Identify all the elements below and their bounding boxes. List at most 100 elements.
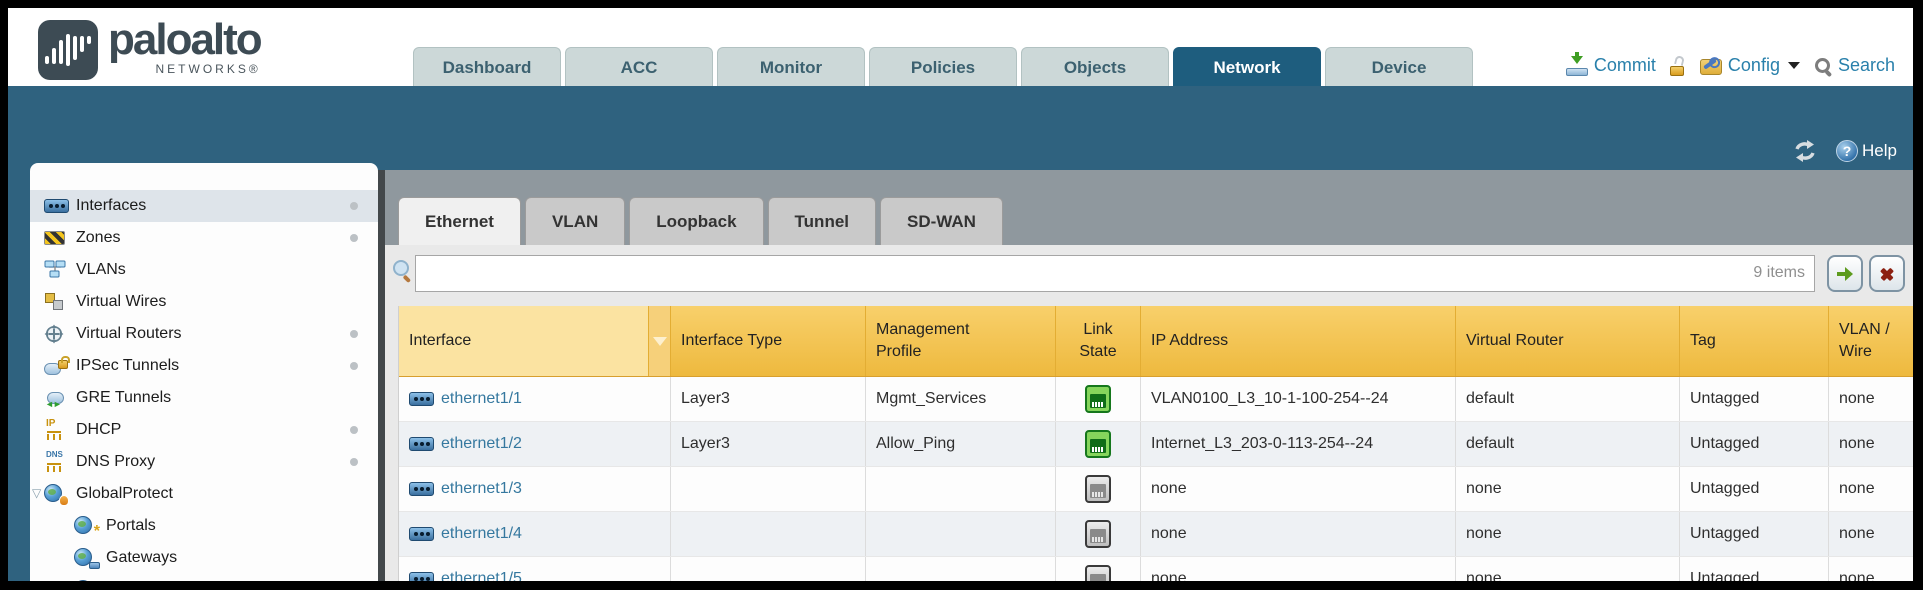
status-dot <box>350 234 358 242</box>
help-button[interactable]: ? Help <box>1836 140 1897 162</box>
search-button[interactable]: Search <box>1814 55 1895 76</box>
commit-icon <box>1566 56 1588 76</box>
top-tab-acc[interactable]: ACC <box>565 47 713 86</box>
cell-interface-type <box>671 467 866 511</box>
column-header-vlan-wire[interactable]: VLAN / Wire <box>1829 306 1913 376</box>
gre-tunnels-icon: ◄► <box>44 387 68 409</box>
tab-sd-wan[interactable]: SD-WAN <box>880 197 1003 245</box>
link-state-down-icon[interactable] <box>1085 520 1111 548</box>
sidebar-item-ipsec-tunnels[interactable]: IPSec Tunnels <box>30 350 378 382</box>
cell-link-state <box>1056 557 1141 581</box>
link-state-up-icon[interactable] <box>1085 385 1111 413</box>
ethernet-interface-icon <box>409 437 434 451</box>
status-dot <box>350 458 358 466</box>
config-button[interactable]: Config <box>1700 55 1800 76</box>
sidebar-item-vlans[interactable]: VLANs <box>30 254 378 286</box>
commit-button[interactable]: Commit <box>1566 55 1656 76</box>
top-tab-objects[interactable]: Objects <box>1021 47 1169 86</box>
cell-management-profile: Allow_Ping <box>866 422 1056 466</box>
sidebar-item-gateways[interactable]: Gateways <box>30 542 378 574</box>
sidebar-item-label: DNS Proxy <box>76 453 155 471</box>
chevron-down-icon <box>1788 62 1800 69</box>
cell-interface: ethernet1/3 <box>399 467 671 511</box>
interface-link[interactable]: ethernet1/5 <box>441 570 522 581</box>
cell-link-state <box>1056 422 1141 466</box>
link-state-up-icon[interactable] <box>1085 430 1111 458</box>
cell-interface-type: Layer3 <box>671 377 866 421</box>
top-tab-monitor[interactable]: Monitor <box>717 47 865 86</box>
interfaces-table: Interface Interface TypeManagement Profil… <box>398 306 1913 581</box>
top-tab-device[interactable]: Device <box>1325 47 1473 86</box>
top-actions: Commit Config Search <box>1566 55 1895 76</box>
sidebar-item-clipped[interactable] <box>30 574 378 581</box>
sidebar-item-zones[interactable]: Zones <box>30 222 378 254</box>
sort-triangle-icon <box>653 337 667 346</box>
interface-link[interactable]: ethernet1/4 <box>441 525 522 543</box>
sidebar-item-dns-proxy[interactable]: DNS DNS Proxy <box>30 446 378 478</box>
ethernet-interface-icon <box>409 527 434 541</box>
gateways-icon <box>74 547 98 569</box>
column-header-virtual-router[interactable]: Virtual Router <box>1456 306 1680 376</box>
cell-vlan-wire: none <box>1829 422 1913 466</box>
sidebar-item-interfaces[interactable]: Interfaces <box>30 190 378 222</box>
sidebar-item-virtual-wires[interactable]: Virtual Wires <box>30 286 378 318</box>
virtual-wires-icon <box>44 291 68 313</box>
column-header-interface[interactable]: Interface <box>399 306 649 376</box>
cell-ip-address: none <box>1141 557 1456 581</box>
panel-splitter[interactable] <box>378 170 385 581</box>
sidebar-item-label: GlobalProtect <box>76 485 173 503</box>
tab-loopback[interactable]: Loopback <box>629 197 763 245</box>
virtual-routers-icon <box>44 323 68 345</box>
link-state-down-icon[interactable] <box>1085 565 1111 581</box>
lock-icon[interactable] <box>1670 56 1686 76</box>
top-tab-network[interactable]: Network <box>1173 47 1321 86</box>
refresh-icon[interactable] <box>1792 140 1818 162</box>
vlans-icon <box>44 259 68 281</box>
top-tab-policies[interactable]: Policies <box>869 47 1017 86</box>
column-header-link-state[interactable]: Link State <box>1056 306 1141 376</box>
column-header-management-profile[interactable]: Management Profile <box>866 306 1056 376</box>
top-tab-dashboard[interactable]: Dashboard <box>413 47 561 86</box>
sidebar-item-virtual-routers[interactable]: Virtual Routers <box>30 318 378 350</box>
sidebar-item-label: Interfaces <box>76 197 146 215</box>
sidebar-item-label: VLANs <box>76 261 126 279</box>
app-window: paloalto NETWORKS® DashboardACCMonitorPo… <box>0 0 1923 590</box>
sidebar-item-portals[interactable]: *Portals <box>30 510 378 542</box>
interface-link[interactable]: ethernet1/3 <box>441 480 522 498</box>
brand: paloalto NETWORKS® <box>38 16 261 80</box>
left-margin <box>8 170 30 581</box>
interface-link[interactable]: ethernet1/1 <box>441 390 522 408</box>
sidebar-item-gre-tunnels[interactable]: ◄►GRE Tunnels <box>30 382 378 414</box>
column-header-tag[interactable]: Tag <box>1680 306 1829 376</box>
cell-interface: ethernet1/4 <box>399 512 671 556</box>
column-header-ip-address[interactable]: IP Address <box>1141 306 1456 376</box>
filter-search-icon <box>391 260 413 284</box>
tab-ethernet[interactable]: Ethernet <box>398 197 521 245</box>
filter-input[interactable] <box>415 255 1815 292</box>
cell-tag: Untagged <box>1680 512 1829 556</box>
sort-dropdown-button[interactable] <box>649 306 671 376</box>
sidebar-item-globalprotect[interactable]: ▽ GlobalProtect <box>30 478 378 510</box>
tab-tunnel[interactable]: Tunnel <box>768 197 876 245</box>
ipsec-tunnels-icon <box>44 355 68 377</box>
sidebar-item-dhcp[interactable]: IPDHCP <box>30 414 378 446</box>
column-header-interface-type[interactable]: Interface Type <box>671 306 866 376</box>
cell-ip-address: none <box>1141 467 1456 511</box>
dns-proxy-icon: DNS <box>44 451 68 473</box>
apply-filter-button[interactable] <box>1827 255 1863 292</box>
sidebar-item-label: Virtual Wires <box>76 293 166 311</box>
sidebar-item-label: Gateways <box>106 549 177 567</box>
paloalto-logo-icon <box>38 20 98 80</box>
table-row: ethernet1/3nonenoneUntaggednone <box>399 467 1913 512</box>
link-state-down-icon[interactable] <box>1085 475 1111 503</box>
brand-subtitle: NETWORKS® <box>156 62 261 76</box>
table-row: ethernet1/4nonenoneUntaggednone <box>399 512 1913 557</box>
interface-link[interactable]: ethernet1/2 <box>441 435 522 453</box>
cell-vlan-wire: none <box>1829 467 1913 511</box>
help-icon: ? <box>1836 140 1858 162</box>
sidebar-item-label: IPSec Tunnels <box>76 357 179 375</box>
clear-filter-button[interactable] <box>1869 255 1905 292</box>
status-dot <box>350 426 358 434</box>
tab-vlan[interactable]: VLAN <box>525 197 625 245</box>
expand-caret-icon[interactable]: ▽ <box>32 486 41 500</box>
